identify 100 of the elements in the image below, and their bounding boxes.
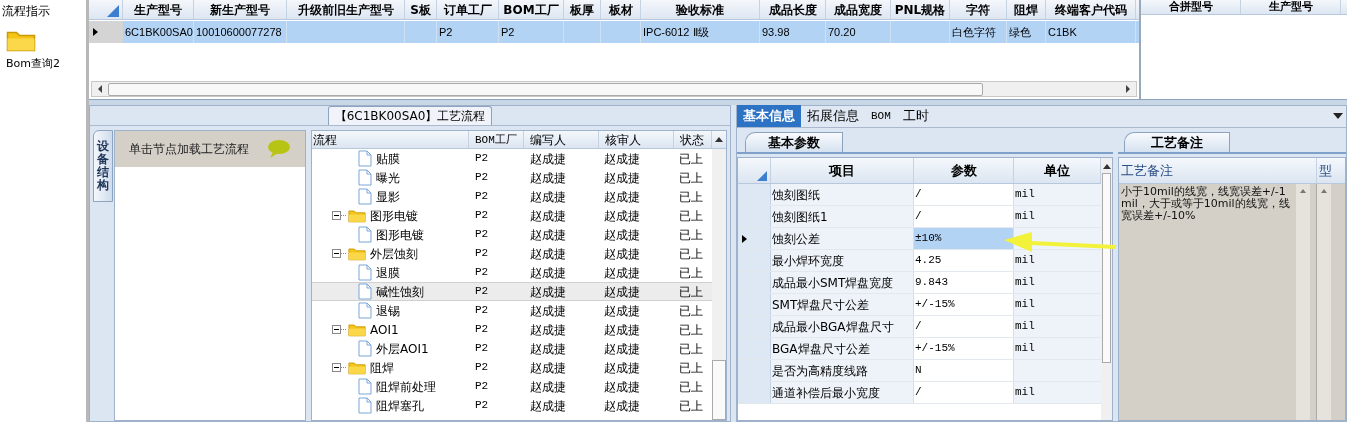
folder-icon — [348, 360, 366, 375]
tab[interactable]: 拓展信息 — [801, 105, 865, 127]
tree-row[interactable]: 碱性蚀刻 P2 赵成捷 赵成捷 已上 — [312, 282, 712, 301]
column-header[interactable]: 验收标准 — [641, 0, 760, 19]
column-header[interactable]: 核审人 — [599, 131, 674, 148]
column-header[interactable]: 成品宽度 — [826, 0, 891, 19]
column-header[interactable]: 升级前旧生产型号 — [287, 0, 405, 19]
collapse-icon[interactable] — [332, 211, 341, 220]
column-header[interactable]: 合拼型号 — [1141, 0, 1241, 14]
column-header[interactable]: 订单工厂 — [437, 0, 499, 19]
table-cell-text: 9.843 — [915, 275, 948, 291]
column-header[interactable]: BOM工厂 — [499, 0, 564, 19]
column-header[interactable]: 成品长度 — [760, 0, 826, 19]
table-cell-text: 10010600077278 — [196, 24, 282, 40]
collapse-icon[interactable] — [332, 363, 341, 372]
tab[interactable]: BOM — [865, 105, 897, 127]
tab[interactable]: 基本信息 — [737, 105, 801, 127]
table-cell-text: 已上 — [678, 226, 704, 244]
param-row[interactable]: 蚀刻图纸1 / mil — [738, 206, 1101, 228]
table-cell-text: mil — [1015, 275, 1035, 291]
column-header[interactable]: PNL规格 — [891, 0, 950, 19]
column-header[interactable]: 型 — [1317, 158, 1345, 183]
tree-row[interactable]: 外层蚀刻 P2 赵成捷 赵成捷 已上 — [312, 244, 712, 263]
document-icon — [358, 264, 372, 281]
corner-triangle-icon[interactable] — [107, 5, 119, 17]
column-header[interactable]: 项目 — [771, 158, 914, 183]
column-header[interactable]: 新生产型号 — [194, 0, 287, 19]
column-header[interactable]: 板材 — [601, 0, 641, 19]
table-cell-text: N — [915, 363, 922, 379]
table-cell-text: 赵成捷 — [603, 397, 641, 415]
vertical-scrollbar[interactable] — [712, 149, 726, 420]
table-cell-text: 赵成捷 — [529, 359, 567, 377]
dropdown-icon[interactable] — [1333, 113, 1343, 119]
table-cell-text: BGA焊盘尺寸公差 — [772, 340, 870, 358]
table-cell-text: 已上 — [678, 169, 704, 187]
vertical-scrollbar[interactable] — [1101, 158, 1112, 420]
column-header[interactable]: 阻焊 — [1007, 0, 1046, 19]
column-header[interactable]: 编写人 — [524, 131, 599, 148]
param-row[interactable]: 蚀刻图纸 / mil — [738, 184, 1101, 206]
table-cell-text: 已上 — [678, 302, 704, 320]
table-cell-text: P2 — [474, 303, 490, 319]
column-header[interactable]: 生产型号 — [1241, 0, 1341, 14]
tree-row[interactable]: AOI1 P2 赵成捷 赵成捷 已上 — [312, 320, 712, 339]
tree-row[interactable]: 图形电镀 P2 赵成捷 赵成捷 已上 — [312, 225, 712, 244]
param-row[interactable]: SMT焊盘尺寸公差 +/-15% mil — [738, 294, 1101, 316]
table-cell-text: P2 — [474, 246, 490, 262]
column-header[interactable]: 状态 — [674, 131, 712, 148]
param-row[interactable]: 是否为高精度线路 N — [738, 360, 1101, 382]
scroll-up-icon[interactable] — [1102, 164, 1111, 169]
tree-row[interactable]: 退锡 P2 赵成捷 赵成捷 已上 — [312, 301, 712, 320]
column-header[interactable]: 流程 — [312, 131, 469, 148]
corner-triangle-icon[interactable] — [757, 171, 767, 181]
table-cell-text: mil — [1015, 341, 1035, 357]
column-header[interactable]: 参数 — [914, 158, 1014, 183]
tree-node-label: 外层AOI1 — [376, 340, 429, 358]
tree-row[interactable]: 退膜 P2 赵成捷 赵成捷 已上 — [312, 263, 712, 282]
param-row[interactable]: 蚀刻公差 ±10% — [738, 228, 1101, 250]
tree-row[interactable]: 图形电镀 P2 赵成捷 赵成捷 已上 — [312, 206, 712, 225]
column-header[interactable]: 生产型号 — [123, 0, 194, 19]
grid-row[interactable]: 6C1BK00SA0 10010600077278 P2 P2 IPC-6012 Ⅱ级 93.98 70.20 白色字符 绿色 C1BK — [89, 21, 1139, 43]
table-cell-text: P2 — [474, 227, 490, 243]
column-header[interactable]: S板 — [405, 0, 437, 19]
param-row[interactable]: 最小焊环宽度 4.25 mil — [738, 250, 1101, 272]
table-cell-text: C1BK — [1048, 24, 1077, 40]
section-tab[interactable]: 基本参数 — [745, 132, 843, 152]
table-cell-text: P2 — [474, 170, 490, 186]
column-header[interactable]: 板厚 — [564, 0, 601, 19]
column-header[interactable]: 终端客户代码 — [1046, 0, 1136, 19]
table-cell-text: mil — [1015, 319, 1035, 335]
table-cell-text: 赵成捷 — [529, 264, 567, 282]
table-cell-text: 赵成捷 — [603, 169, 641, 187]
tab[interactable]: 工时 — [896, 105, 935, 127]
desktop-icon-label[interactable]: Bom查询2 — [6, 56, 60, 73]
tree-row[interactable]: 曝光 P2 赵成捷 赵成捷 已上 — [312, 168, 712, 187]
param-row[interactable]: 成品最小SMT焊盘宽度 9.843 mil — [738, 272, 1101, 294]
tree-row[interactable]: 显影 P2 赵成捷 赵成捷 已上 — [312, 187, 712, 206]
collapse-icon[interactable] — [332, 249, 341, 258]
column-header[interactable]: BOM工厂 — [469, 131, 524, 148]
param-row[interactable]: 通道补偿后最小宽度 / mil — [738, 382, 1101, 404]
vertical-tab[interactable]: 设备结构 — [93, 130, 113, 202]
table-cell-text: 赵成捷 — [529, 321, 567, 339]
scroll-up-icon[interactable] — [715, 137, 723, 142]
param-row[interactable]: 成品最小BGA焊盘尺寸 / mil — [738, 316, 1101, 338]
tree-row[interactable]: 阻焊前处理 P2 赵成捷 赵成捷 已上 — [312, 377, 712, 396]
table-cell-text: 赵成捷 — [603, 264, 641, 282]
tree-row[interactable]: 阻焊 P2 赵成捷 赵成捷 已上 — [312, 358, 712, 377]
section-tab[interactable]: 工艺备注 — [1124, 132, 1230, 152]
table-cell-text: P2 — [474, 284, 490, 300]
table-cell-text: 赵成捷 — [603, 188, 641, 206]
collapse-icon[interactable] — [332, 325, 341, 334]
column-header[interactable]: 字符 — [950, 0, 1007, 19]
tree-node-label: 图形电镀 — [370, 207, 418, 225]
param-row[interactable]: BGA焊盘尺寸公差 +/-15% mil — [738, 338, 1101, 360]
horizontal-scrollbar[interactable] — [91, 81, 1137, 97]
tree-row[interactable]: 外层AOI1 P2 赵成捷 赵成捷 已上 — [312, 339, 712, 358]
tree-row[interactable]: 贴膜 P2 赵成捷 赵成捷 已上 — [312, 149, 712, 168]
column-header[interactable]: 工艺备注 — [1119, 158, 1317, 183]
tree-row[interactable]: 阻焊塞孔 P2 赵成捷 赵成捷 已上 — [312, 396, 712, 415]
table-cell-text: 赵成捷 — [529, 378, 567, 396]
table-cell-text: 赵成捷 — [603, 359, 641, 377]
